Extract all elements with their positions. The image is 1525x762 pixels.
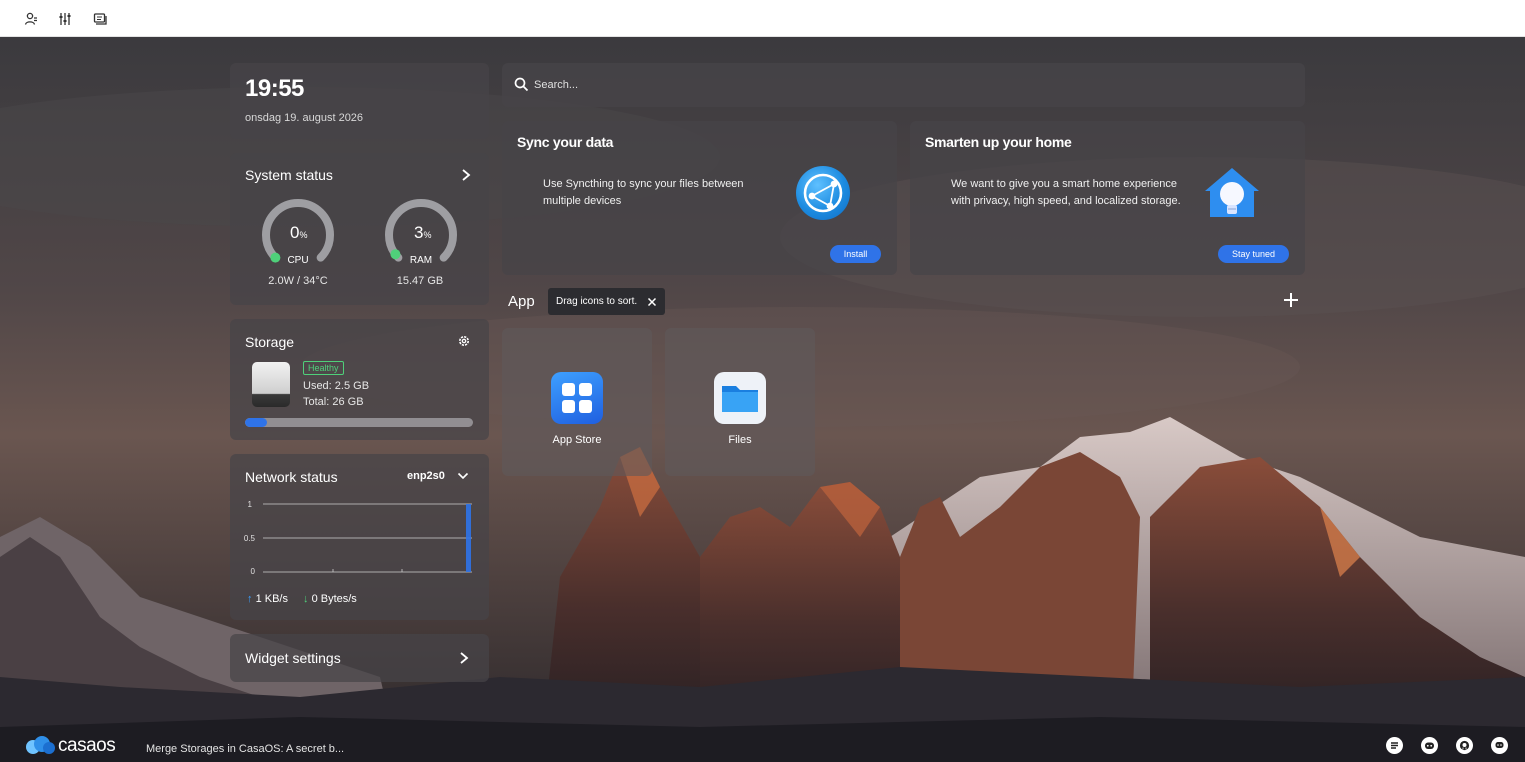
- gear-icon[interactable]: [457, 334, 471, 348]
- upload-rate-value: 1 KB/s: [255, 593, 288, 605]
- chat-icon[interactable]: [1491, 737, 1508, 754]
- promo-text: Use Syncthing to sync your files between…: [543, 176, 744, 210]
- storage-title: Storage: [245, 334, 295, 350]
- promo-title: Sync your data: [517, 134, 614, 150]
- smart-home-icon: [1202, 165, 1262, 223]
- app-tile-files[interactable]: Files: [665, 328, 815, 476]
- logo-text: casaos: [58, 735, 116, 756]
- network-chart: 1 0.5 0: [244, 500, 472, 576]
- cpu-unit: %: [299, 230, 308, 240]
- status-badge: Healthy: [303, 361, 344, 375]
- tick-label-05: 0.5: [244, 534, 256, 543]
- clock-widget: 19:55 onsdag 19. august 2026: [230, 63, 489, 139]
- interface-name: enp2s0: [407, 470, 445, 482]
- search-icon: [514, 77, 529, 92]
- github-icon[interactable]: [1456, 737, 1473, 754]
- tick-label-0: 0: [251, 567, 256, 576]
- ram-label: RAM: [409, 255, 433, 266]
- chevron-down-icon: [457, 472, 469, 480]
- app-name: Files: [728, 434, 752, 446]
- promo-text-line: We want to give you a smart home experie…: [951, 178, 1178, 190]
- interface-select[interactable]: enp2s0: [407, 470, 469, 482]
- promo-text: We want to give you a smart home experie…: [951, 176, 1181, 210]
- storage-total: Total: 26 GB: [303, 396, 364, 408]
- storage-widget: Storage Healthy Used: 2.5 GB Total: 26 G…: [230, 319, 489, 440]
- settings-sliders-icon[interactable]: [56, 10, 74, 28]
- dashboard-icon[interactable]: [91, 10, 109, 28]
- search-input[interactable]: [534, 75, 1274, 95]
- app-name: App Store: [552, 434, 602, 446]
- promo-title: Smarten up your home: [925, 134, 1072, 150]
- network-status-widget: Network status enp2s0 1 0.5 0 ↑ 1 KB/s ↓…: [230, 454, 489, 620]
- promo-text-line: with privacy, high speed, and localized …: [951, 195, 1181, 207]
- cpu-label: CPU: [287, 255, 309, 266]
- tick-label-1: 1: [248, 500, 253, 509]
- stay-tuned-button[interactable]: Stay tuned: [1218, 245, 1289, 263]
- clock-time: 19:55: [245, 75, 304, 102]
- news-link[interactable]: Merge Storages in CasaOS: A secret b...: [146, 743, 344, 755]
- feedback-icon[interactable]: [1386, 737, 1403, 754]
- cpu-value: 0%: [290, 223, 307, 243]
- ram-unit: %: [423, 230, 432, 240]
- system-status-widget: System status 0% CPU 2.0W / 34°C 3% RAM …: [230, 153, 489, 305]
- casaos-logo[interactable]: casaos: [24, 734, 136, 756]
- drag-tooltip: Drag icons to sort.: [548, 288, 666, 315]
- cpu-sub: 2.0W / 34°C: [268, 275, 328, 287]
- close-icon[interactable]: [647, 297, 657, 307]
- add-app-button[interactable]: [1283, 292, 1299, 308]
- promo-card-smart-home: Smarten up your home We want to give you…: [910, 121, 1305, 275]
- search-bar[interactable]: [502, 63, 1305, 107]
- chevron-right-icon[interactable]: [459, 168, 473, 182]
- clock-date: onsdag 19. august 2026: [245, 112, 364, 124]
- folder-icon: [714, 372, 766, 424]
- network-status-title: Network status: [245, 469, 338, 485]
- cloud-logo-icon: [26, 736, 55, 754]
- storage-progress-bar: [245, 418, 473, 427]
- promo-text-line: Use Syncthing to sync your files between: [543, 178, 744, 190]
- widget-settings-label: Widget settings: [245, 650, 341, 666]
- ram-sub: 15.47 GB: [396, 275, 444, 287]
- disk-icon: [252, 362, 290, 407]
- storage-used: Used: 2.5 GB: [303, 380, 370, 392]
- app-store-icon: [551, 372, 603, 424]
- storage-progress-fill: [245, 418, 267, 427]
- promo-text-line: multiple devices: [543, 195, 622, 207]
- app-section-title: App: [508, 293, 535, 310]
- account-icon[interactable]: [22, 10, 40, 28]
- app-tile-app-store[interactable]: App Store: [502, 328, 652, 476]
- ram-gauge-indicator: [390, 249, 401, 260]
- arrow-down-icon: ↓: [303, 593, 309, 605]
- upload-rate: ↑ 1 KB/s: [247, 593, 288, 605]
- tooltip-text: Drag icons to sort.: [556, 296, 638, 307]
- upload-spike: [466, 504, 471, 572]
- system-status-title: System status: [245, 167, 333, 183]
- ram-value: 3%: [414, 223, 431, 243]
- arrow-up-icon: ↑: [247, 593, 253, 605]
- widget-settings-button[interactable]: Widget settings: [230, 634, 489, 682]
- chevron-right-icon: [457, 651, 471, 665]
- cpu-gauge-indicator: [270, 252, 281, 263]
- install-button[interactable]: Install: [830, 245, 881, 263]
- download-rate-value: 0 Bytes/s: [311, 593, 357, 605]
- discord-icon[interactable]: [1421, 737, 1438, 754]
- download-rate: ↓ 0 Bytes/s: [303, 593, 357, 605]
- syncthing-icon: [796, 166, 850, 220]
- plus-icon: [1284, 293, 1298, 307]
- top-bar: [0, 0, 1525, 37]
- promo-card-sync: Sync your data Use Syncthing to sync you…: [502, 121, 897, 275]
